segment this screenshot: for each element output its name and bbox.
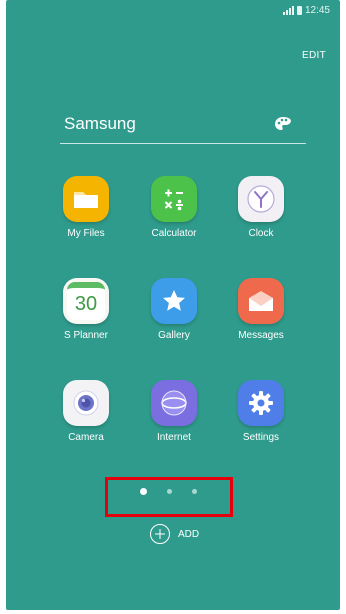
app-messages[interactable]: Messages	[221, 278, 301, 341]
gear-icon	[238, 380, 284, 426]
add-button[interactable]: ADD	[150, 524, 199, 544]
folder-icon	[63, 176, 109, 222]
camera-icon	[63, 380, 109, 426]
palette-icon[interactable]	[274, 116, 292, 132]
app-calculator[interactable]: Calculator	[134, 176, 214, 239]
title-divider	[60, 143, 306, 144]
app-s-planner[interactable]: 30 S Planner	[46, 278, 126, 341]
page-indicator	[140, 488, 197, 495]
envelope-icon	[238, 278, 284, 324]
app-my-files[interactable]: My Files	[46, 176, 126, 239]
battery-icon	[296, 5, 302, 15]
calendar-day: 30	[74, 292, 98, 315]
calculator-icon	[151, 176, 197, 222]
app-internet[interactable]: Internet	[134, 380, 214, 443]
status-bar: 12:45	[6, 0, 340, 20]
calendar-icon: 30	[63, 278, 109, 324]
page-dot-1[interactable]	[140, 488, 147, 495]
edit-button[interactable]: EDIT	[302, 50, 326, 61]
app-gallery[interactable]: Gallery	[134, 278, 214, 341]
app-label: Gallery	[158, 330, 190, 341]
app-label: Camera	[68, 432, 104, 443]
app-settings[interactable]: Settings	[221, 380, 301, 443]
clock-icon	[238, 176, 284, 222]
add-label: ADD	[178, 528, 200, 540]
home-folder-screen: 12:45 EDIT Samsung My Files Calculator C…	[6, 0, 340, 610]
signal-icon	[282, 5, 294, 15]
app-label: Calculator	[151, 228, 197, 239]
app-label: Settings	[242, 432, 280, 443]
status-time: 12:45	[304, 4, 330, 16]
app-label: Clock	[248, 228, 274, 239]
app-clock[interactable]: Clock	[221, 176, 301, 239]
app-label: Messages	[238, 330, 284, 341]
app-camera[interactable]: Camera	[46, 380, 126, 443]
app-label: Internet	[157, 432, 191, 443]
page-dot-2[interactable]	[167, 489, 172, 494]
folder-title[interactable]: Samsung	[64, 114, 136, 134]
globe-icon	[151, 380, 197, 426]
page-dot-3[interactable]	[192, 489, 197, 494]
app-label: S Planner	[64, 330, 108, 341]
plus-icon	[150, 524, 170, 544]
app-label: My Files	[67, 228, 105, 239]
star-icon	[151, 278, 197, 324]
